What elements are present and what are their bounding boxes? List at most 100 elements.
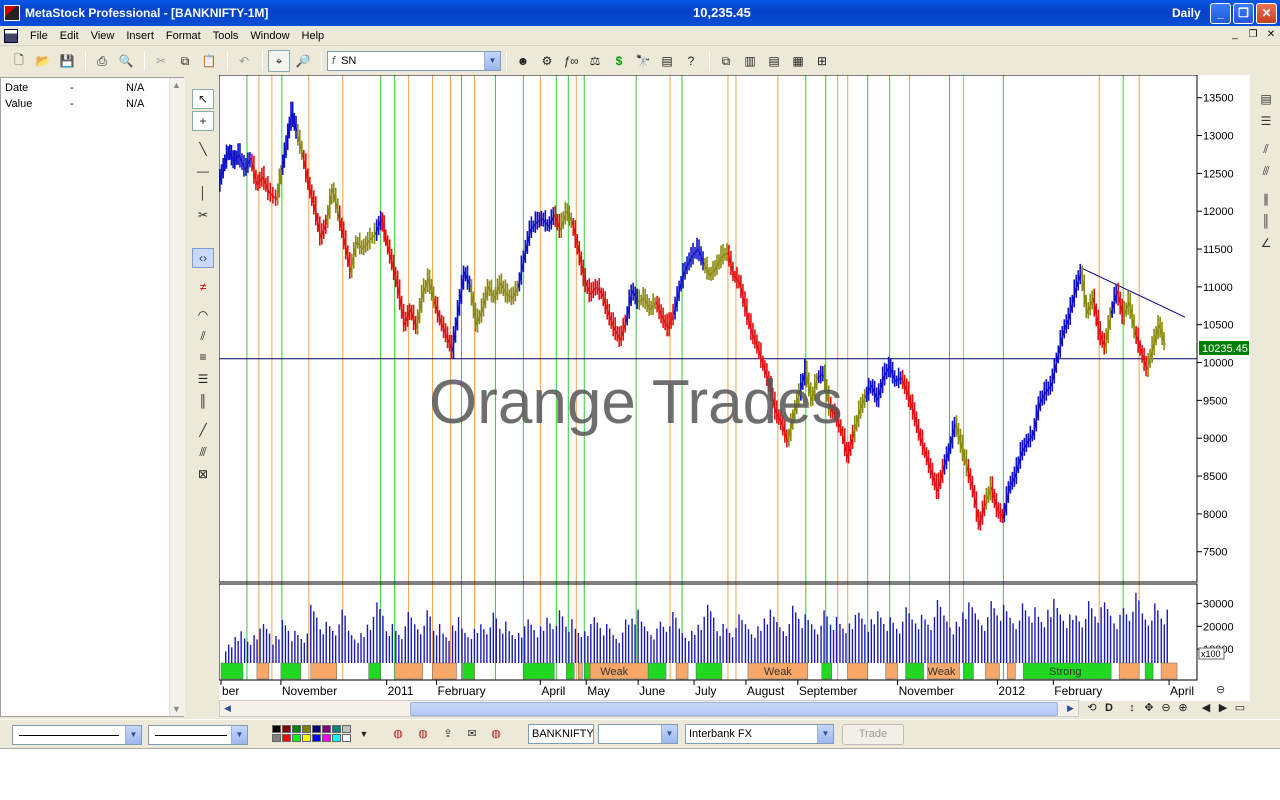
alert-icon[interactable]: ◍ [486,725,506,743]
line-style-combo[interactable]: ▼ [12,725,142,745]
menu-help[interactable]: Help [296,30,331,42]
maximize-button[interactable]: ❐ [1233,3,1254,24]
channel-tool-icon[interactable]: ‹› [192,248,214,268]
retracement-tool-icon[interactable]: ☰ [192,369,214,389]
print-preview-icon[interactable]: 🔍 [115,50,137,72]
full-view-icon[interactable]: ▭ [1232,700,1248,716]
dollar-icon[interactable]: $ [608,50,630,72]
scissors-tool-icon[interactable]: ✂ [192,205,214,225]
horizontal-line-tool-icon[interactable]: — [192,161,214,181]
prev-page-icon[interactable]: ◀ [1198,700,1214,716]
news-icon[interactable]: ▤ [656,50,678,72]
parallel-icon[interactable]: ∥ [1256,189,1276,209]
copy-icon[interactable]: ⧉ [174,50,196,72]
minimize-button[interactable]: _ [1210,3,1231,24]
scroll-down-icon[interactable]: ▼ [172,704,181,714]
metastock-app-icon[interactable] [4,5,20,21]
explorer-icon[interactable]: ⚙ [536,50,558,72]
slant-lines-icon[interactable]: ⫽ [1256,139,1276,159]
color-swatch[interactable] [342,725,351,733]
chevron-down-icon[interactable]: ▼ [125,726,141,744]
vertical-line-tool-icon[interactable]: │ [192,183,214,203]
chart-horizontal-scrollbar[interactable]: ◀ ▶ [219,700,1079,717]
speed-line-tool-icon[interactable]: ╱ [192,420,214,440]
scroll-right-icon[interactable]: ▶ [1063,701,1078,716]
cut-icon[interactable]: ✂ [150,50,172,72]
trade-button[interactable]: Trade [842,724,904,745]
arrange-icon[interactable]: ⊞ [811,50,833,72]
close-button[interactable]: ✕ [1256,3,1277,24]
menu-tools[interactable]: Tools [207,30,245,42]
undo-icon[interactable]: ↶ [233,50,255,72]
symbol-combo[interactable]: f SN ▼ [327,51,501,71]
price-chart[interactable]: Weak Weak Weak Strong 13500 13000 12500 12000 1… [219,75,1250,701]
document-icon[interactable] [4,28,18,43]
data-window-scrollbar[interactable]: ▲ ▼ [169,78,185,716]
chevron-down-icon[interactable]: ▼ [661,725,677,743]
chevron-down-icon[interactable]: ▼ [484,52,500,70]
crosshair-tool-icon[interactable]: + [192,111,214,131]
angle-icon[interactable]: ∠ [1256,233,1276,253]
arc-tool-icon[interactable]: ◠ [192,305,214,325]
zoom-icon[interactable]: 🔎 [292,50,314,72]
fan-tool-icon[interactable]: ⫽ [192,326,214,346]
next-page-icon[interactable]: ▶ [1215,700,1231,716]
fan-lines-icon[interactable]: ⫻ [1256,161,1276,181]
crosshair-icon[interactable]: ⌖ [268,50,290,72]
line-weight-combo[interactable]: ▼ [148,725,248,745]
child-close-icon[interactable]: ✕ [1264,28,1278,42]
tile-vertical-icon[interactable]: ▥ [739,50,761,72]
menu-view[interactable]: View [85,30,121,42]
periodicity-d-icon[interactable]: D [1101,700,1117,716]
child-minimize-icon[interactable]: _ [1228,28,1242,42]
data-source-combo[interactable]: Interbank FX ▼ [685,724,834,744]
export-icon[interactable]: ⇪ [438,725,458,743]
scroll-up-icon[interactable]: ▲ [172,80,181,90]
color-swatch[interactable] [292,725,301,733]
tile-horizontal-icon[interactable]: ▤ [763,50,785,72]
cycles-icon[interactable]: ║ [1256,211,1276,231]
move-icon[interactable]: ✥ [1141,700,1157,716]
open-icon[interactable]: 📂 [32,50,54,72]
zoom-out-nav-icon[interactable]: ⊖ [1158,700,1174,716]
color-swatch[interactable] [282,734,291,742]
trendline-tool-icon[interactable]: ╲ [192,139,214,159]
help-pointer-icon[interactable]: ? [680,50,702,72]
menu-format[interactable]: Format [160,30,207,42]
commentary-icon[interactable]: ◍ [413,725,433,743]
zoom-out-icon[interactable]: ⊖ [1216,684,1225,696]
expert-advisor-icon[interactable]: ☻ [512,50,534,72]
grid-tool-icon[interactable]: ⊠ [192,464,214,484]
menu-file[interactable]: File [24,30,54,42]
list-icon[interactable]: ▤ [1256,89,1276,109]
scroll-left-icon[interactable]: ◀ [220,701,235,716]
color-swatch[interactable] [292,734,301,742]
color-swatch[interactable] [312,725,321,733]
cycle-lines-tool-icon[interactable]: ║ [192,391,214,411]
new-icon[interactable]: 🗋 [8,50,30,72]
gann-fan-tool-icon[interactable]: ⫻ [192,442,214,462]
color-swatch[interactable] [332,725,341,733]
cascade-icon[interactable]: ⧉ [715,50,737,72]
color-swatch[interactable] [322,734,331,742]
lines-icon[interactable]: ☰ [1256,111,1276,131]
zoom-in-nav-icon[interactable]: ⊕ [1175,700,1191,716]
fibonacci-tool-icon[interactable]: ≡ [192,347,214,367]
color-swatch[interactable] [272,725,281,733]
menu-edit[interactable]: Edit [54,30,85,42]
color-palette[interactable] [272,725,352,743]
system-tester-icon[interactable]: ⚖ [584,50,606,72]
pointer-tool-icon[interactable]: ↖ [192,89,214,109]
email-icon[interactable]: ✉ [462,725,482,743]
binoculars-icon[interactable]: 🔭 [632,50,654,72]
symbol-field[interactable]: BANKNIFTY [528,724,594,744]
color-swatch[interactable] [302,725,311,733]
color-swatch[interactable] [272,734,281,742]
period-combo[interactable]: ▼ [598,724,678,744]
menu-window[interactable]: Window [244,30,295,42]
vertical-scale-icon[interactable]: ↕ [1124,700,1140,716]
color-swatch[interactable] [302,734,311,742]
child-restore-icon[interactable]: ❐ [1246,28,1260,42]
indicator-builder-icon[interactable]: ƒ∞ [560,50,582,72]
parallel-lines-tool-icon[interactable]: ≠ [192,277,214,297]
